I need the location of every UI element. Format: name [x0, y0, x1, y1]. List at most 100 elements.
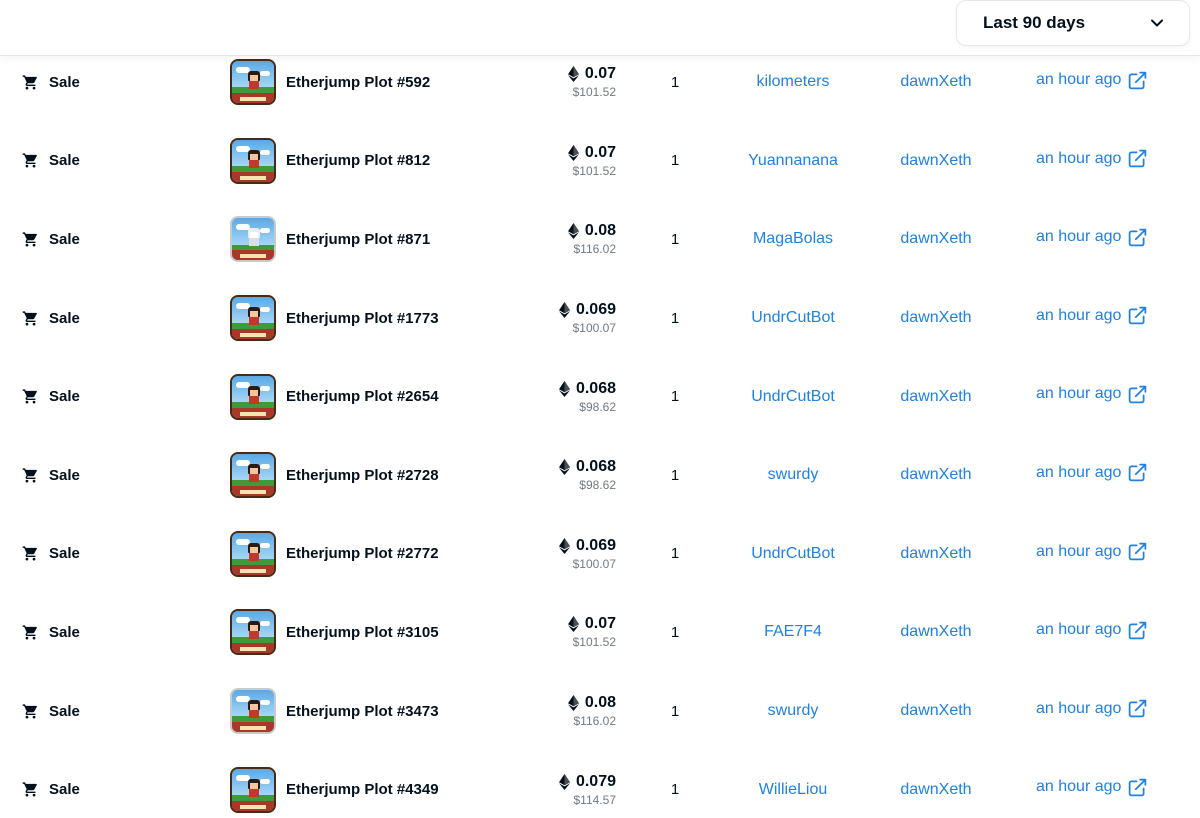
- item-thumbnail[interactable]: [230, 373, 276, 420]
- time-label[interactable]: an hour ago: [1036, 464, 1121, 482]
- item-thumbnail[interactable]: [230, 530, 276, 577]
- from-account-link[interactable]: UndrCutBot: [712, 515, 874, 594]
- item-thumbnail[interactable]: [230, 59, 276, 106]
- item-thumbnail[interactable]: [230, 295, 276, 342]
- time-range-label: Last 90 days: [983, 13, 1086, 32]
- price-eth: 0.079: [575, 772, 616, 790]
- to-account-link[interactable]: dawnXeth: [870, 436, 1002, 515]
- external-link-icon[interactable]: [1127, 462, 1148, 483]
- price-cell: 0.07 $101.52: [480, 122, 616, 201]
- transaction-time-link[interactable]: an hour ago: [1036, 122, 1148, 196]
- item-cell[interactable]: Etherjump Plot #3105: [230, 593, 439, 672]
- item-name[interactable]: Etherjump Plot #2728: [286, 467, 439, 484]
- time-label[interactable]: an hour ago: [1036, 71, 1121, 89]
- from-account-link[interactable]: swurdy: [712, 672, 874, 751]
- price-cell: 0.068 $98.62: [480, 436, 616, 515]
- external-link-icon[interactable]: [1127, 620, 1148, 641]
- to-account-link[interactable]: dawnXeth: [870, 279, 1002, 358]
- item-cell[interactable]: Etherjump Plot #1773: [230, 279, 439, 358]
- item-name[interactable]: Etherjump Plot #871: [286, 231, 430, 248]
- external-link-icon[interactable]: [1127, 777, 1148, 798]
- to-account-link[interactable]: dawnXeth: [870, 200, 1002, 279]
- event-label: Sale: [49, 781, 80, 799]
- external-link-icon[interactable]: [1127, 70, 1148, 91]
- time-label[interactable]: an hour ago: [1036, 150, 1121, 168]
- quantity: 1: [670, 230, 680, 248]
- price-usd: $101.52: [572, 635, 616, 650]
- item-cell[interactable]: Etherjump Plot #4349: [230, 750, 439, 818]
- transaction-time-link[interactable]: an hour ago: [1036, 750, 1148, 818]
- transaction-time-link[interactable]: an hour ago: [1036, 672, 1148, 746]
- price-eth: 0.08: [584, 222, 616, 240]
- item-name[interactable]: Etherjump Plot #2772: [286, 545, 439, 562]
- external-link-icon[interactable]: [1127, 305, 1148, 326]
- item-name[interactable]: Etherjump Plot #3473: [286, 703, 439, 720]
- item-cell[interactable]: Etherjump Plot #871: [230, 200, 430, 279]
- item-name[interactable]: Etherjump Plot #1773: [286, 310, 439, 327]
- external-link-icon[interactable]: [1127, 541, 1148, 562]
- time-label[interactable]: an hour ago: [1036, 228, 1121, 246]
- event-cell: Sale: [22, 200, 80, 279]
- item-cell[interactable]: Etherjump Plot #2654: [230, 357, 439, 436]
- price-cell: 0.08 $116.02: [480, 672, 616, 751]
- price-cell: 0.07 $101.52: [480, 593, 616, 672]
- external-link-icon[interactable]: [1127, 227, 1148, 248]
- event-label: Sale: [49, 388, 80, 406]
- item-thumbnail[interactable]: [230, 137, 276, 184]
- item-name[interactable]: Etherjump Plot #812: [286, 152, 430, 169]
- to-account-link[interactable]: dawnXeth: [870, 593, 1002, 672]
- event-label: Sale: [49, 466, 80, 484]
- from-account-link[interactable]: swurdy: [712, 436, 874, 515]
- from-account-link[interactable]: UndrCutBot: [712, 357, 874, 436]
- external-link-icon[interactable]: [1127, 698, 1148, 719]
- transaction-time-link[interactable]: an hour ago: [1036, 593, 1148, 667]
- from-account-link[interactable]: MagaBolas: [712, 200, 874, 279]
- item-thumbnail[interactable]: [230, 452, 276, 499]
- time-range-dropdown[interactable]: Last 90 days: [956, 0, 1190, 46]
- price-cell: 0.08 $116.02: [480, 200, 616, 279]
- time-label[interactable]: an hour ago: [1036, 778, 1121, 796]
- external-link-icon[interactable]: [1127, 148, 1148, 169]
- transaction-time-link[interactable]: an hour ago: [1036, 515, 1148, 589]
- transaction-time-link[interactable]: an hour ago: [1036, 357, 1148, 431]
- item-name[interactable]: Etherjump Plot #592: [286, 74, 430, 91]
- item-thumbnail[interactable]: [230, 688, 276, 735]
- to-account-link[interactable]: dawnXeth: [870, 672, 1002, 751]
- quantity: 1: [670, 781, 680, 799]
- item-name[interactable]: Etherjump Plot #2654: [286, 388, 439, 405]
- transaction-time-link[interactable]: an hour ago: [1036, 279, 1148, 353]
- time-label[interactable]: an hour ago: [1036, 700, 1121, 718]
- cart-icon: [22, 624, 39, 641]
- time-label[interactable]: an hour ago: [1036, 385, 1121, 403]
- to-account-link[interactable]: dawnXeth: [870, 357, 1002, 436]
- to-account-link[interactable]: dawnXeth: [870, 750, 1002, 818]
- transaction-time-link[interactable]: an hour ago: [1036, 200, 1148, 274]
- from-account-link[interactable]: FAE7F4: [712, 593, 874, 672]
- ethereum-icon: [558, 537, 570, 554]
- item-name[interactable]: Etherjump Plot #4349: [286, 781, 439, 798]
- item-cell[interactable]: Etherjump Plot #2728: [230, 436, 439, 515]
- time-label[interactable]: an hour ago: [1036, 307, 1121, 325]
- item-cell[interactable]: Etherjump Plot #2772: [230, 515, 439, 594]
- item-thumbnail[interactable]: [230, 609, 276, 656]
- time-label[interactable]: an hour ago: [1036, 543, 1121, 561]
- item-thumbnail[interactable]: [230, 766, 276, 813]
- transaction-time-link[interactable]: an hour ago: [1036, 436, 1148, 510]
- price-eth: 0.068: [575, 379, 616, 397]
- item-name[interactable]: Etherjump Plot #3105: [286, 624, 439, 641]
- time-label[interactable]: an hour ago: [1036, 621, 1121, 639]
- to-account-link[interactable]: dawnXeth: [870, 122, 1002, 201]
- ethereum-icon: [558, 773, 570, 790]
- ethereum-icon: [567, 66, 579, 83]
- item-cell[interactable]: Etherjump Plot #812: [230, 122, 430, 201]
- from-account-link[interactable]: Yuannanana: [712, 122, 874, 201]
- item-thumbnail[interactable]: [230, 216, 276, 263]
- from-account-link[interactable]: UndrCutBot: [712, 279, 874, 358]
- external-link-icon[interactable]: [1127, 384, 1148, 405]
- ethereum-icon: [567, 144, 579, 161]
- to-account-link[interactable]: dawnXeth: [870, 515, 1002, 594]
- from-account-link[interactable]: WillieLiou: [712, 750, 874, 818]
- item-cell[interactable]: Etherjump Plot #3473: [230, 672, 439, 751]
- cart-icon: [22, 152, 39, 169]
- price-cell: 0.068 $98.62: [480, 357, 616, 436]
